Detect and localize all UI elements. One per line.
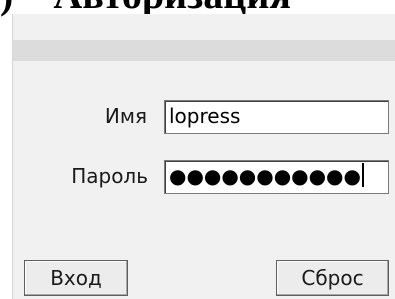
password-mask: ●●●●●●●●●●● [169,164,361,188]
login-panel [12,14,395,299]
username-label: Имя [104,104,147,128]
username-value: lopress [169,104,241,128]
password-label: Пароль [71,164,148,188]
username-field[interactable]: lopress [164,100,389,134]
reset-button[interactable]: Сброс [276,260,389,296]
login-page: ) – Авторизация Имя lopress Пароль ●●●●●… [0,0,395,299]
password-field[interactable]: ●●●●●●●●●●● [164,160,389,194]
login-button[interactable]: Вход [24,260,128,296]
panel-header-band [13,40,395,61]
text-caret [361,163,364,187]
